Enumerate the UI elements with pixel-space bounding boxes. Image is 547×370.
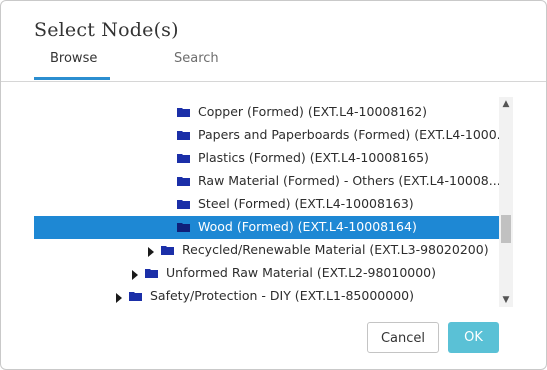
tree-row-label: Unformed Raw Material (EXT.L2-98010000) [166, 265, 437, 280]
tab-search[interactable]: Search [174, 51, 219, 66]
tree-scrollbar[interactable]: ▲ ▼ [499, 97, 513, 307]
ok-button[interactable]: OK [448, 322, 499, 353]
tree-row-label: Recycled/Renewable Material (EXT.L3-9802… [182, 242, 489, 257]
scroll-up-icon[interactable]: ▲ [499, 97, 513, 111]
scroll-down-icon[interactable]: ▼ [499, 293, 513, 307]
folder-icon [177, 176, 190, 186]
tree-row-papers[interactable]: Papers and Paperboards (Formed) (EXT.L4-… [34, 124, 500, 147]
tree-row-label: Plastics (Formed) (EXT.L4-10008165) [198, 150, 429, 165]
tree-row-steel[interactable]: Steel (Formed) (EXT.L4-10008163) [34, 193, 500, 216]
folder-icon [145, 268, 158, 278]
tree-row-wood-selected[interactable]: Wood (Formed) (EXT.L4-10008164) [34, 216, 500, 239]
tree-row-label: Safety/Protection - DIY (EXT.L1-85000000… [150, 288, 414, 303]
scrollbar-thumb[interactable] [501, 215, 511, 243]
folder-icon [177, 107, 190, 117]
expand-caret-icon[interactable] [116, 291, 122, 303]
tree-row-plastics[interactable]: Plastics (Formed) (EXT.L4-10008165) [34, 147, 500, 170]
tree-row-safety[interactable]: Safety/Protection - DIY (EXT.L1-85000000… [34, 285, 500, 308]
node-tree: Copper (Formed) (EXT.L4-10008162) Papers… [34, 89, 500, 311]
tree-row-copper[interactable]: Copper (Formed) (EXT.L4-10008162) [34, 101, 500, 124]
active-tab-indicator [34, 77, 110, 80]
folder-icon [129, 291, 142, 301]
tree-row-label: Steel (Formed) (EXT.L4-10008163) [198, 196, 414, 211]
expand-caret-icon[interactable] [132, 268, 138, 280]
tabs-divider [1, 81, 546, 82]
tree-row-partial [34, 89, 500, 91]
folder-icon [161, 245, 174, 255]
tree-row-raw-material-others[interactable]: Raw Material (Formed) - Others (EXT.L4-1… [34, 170, 500, 193]
folder-icon [177, 199, 190, 209]
select-node-dialog: Select Node(s) Browse Search Copper (For… [0, 0, 547, 370]
expand-caret-icon[interactable] [148, 245, 154, 257]
dialog-title: Select Node(s) [34, 19, 179, 41]
tree-row-recycled[interactable]: Recycled/Renewable Material (EXT.L3-9802… [34, 239, 500, 262]
tree-row-label: Papers and Paperboards (Formed) (EXT.L4-… [198, 127, 500, 142]
tree-row-unformed[interactable]: Unformed Raw Material (EXT.L2-98010000) [34, 262, 500, 285]
folder-icon [177, 130, 190, 140]
tab-bar: Browse Search [1, 49, 546, 82]
folder-icon [177, 153, 190, 163]
folder-icon [177, 222, 190, 232]
tree-row-label: Raw Material (Formed) - Others (EXT.L4-1… [198, 173, 500, 188]
tab-browse[interactable]: Browse [50, 51, 97, 66]
tree-row-label: Copper (Formed) (EXT.L4-10008162) [198, 104, 428, 119]
cancel-button[interactable]: Cancel [367, 322, 439, 353]
tree-row-label: Wood (Formed) (EXT.L4-10008164) [198, 219, 417, 234]
